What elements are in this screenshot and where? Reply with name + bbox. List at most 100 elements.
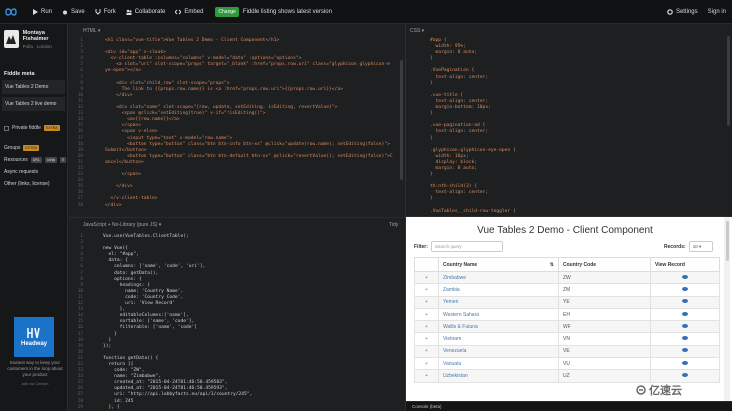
country-code-cell: VU (558, 357, 651, 371)
code-line[interactable]: </div> (105, 203, 393, 209)
private-label: Private fiddle (12, 125, 41, 131)
line-number: 29 (77, 404, 83, 410)
code-line[interactable]: <button type="button" class="btn btn-def… (105, 154, 393, 160)
eye-open-icon[interactable] (682, 286, 688, 291)
css-code-editor[interactable]: #app { width: 95%; margin: 0 auto;} .Vue… (430, 38, 516, 215)
settings-button[interactable]: Settings (667, 9, 698, 15)
country-code-header-label: Country Code (563, 261, 597, 268)
js-panel[interactable]: JavaScript + No-Library (pure JS) ▾ Tidy… (69, 217, 405, 411)
sort-icon[interactable]: ⇅ (550, 262, 554, 268)
code-line[interactable]: <button type="button" class="btn btn-inf… (105, 142, 393, 148)
records-label: Records: (664, 243, 686, 250)
code-line[interactable]: <a slot="uri" slot-scope="props" target=… (105, 62, 393, 68)
expand-row-toggle[interactable]: + (414, 270, 439, 285)
view-record-cell (650, 307, 720, 322)
ad-text[interactable]: Easiest way to keep your customers in th… (4, 360, 66, 378)
eye-open-icon[interactable] (682, 348, 688, 353)
private-fiddle-option[interactable]: Private fiddle EXTRA (0, 125, 67, 131)
eye-open-icon[interactable] (682, 311, 688, 316)
result-panel: Vue Tables 2 Demo - Client Component Fil… (406, 217, 732, 411)
code-line[interactable]: .VueTables__child-row-toggler { (430, 209, 516, 215)
collaborate-button[interactable]: Collaborate (126, 9, 165, 15)
country-name-cell[interactable]: Zimbabwe (438, 270, 559, 285)
eye-open-icon[interactable] (682, 336, 688, 341)
code-line[interactable]: uri: "http://api.lobbyfacts.eu/api/1/cou… (103, 392, 252, 398)
html-panel[interactable]: HTML ▾ 1 2 3 4 5 6 7 8 9 10 11 12 13 14 15 16 17 18 19 20 21… (69, 24, 405, 216)
run-button[interactable]: Run (32, 8, 52, 15)
country-name-cell[interactable]: Vanuatu (438, 357, 559, 371)
groups-extra-badge: EXTRA (23, 145, 40, 151)
html-code-editor[interactable]: <h1 class="vue-title">Vue Tables 2 Demo … (105, 38, 393, 209)
code-line[interactable]: .glyphicon.glyphicon-eye-open { (430, 148, 516, 154)
private-checkbox[interactable] (4, 125, 9, 131)
css-panel[interactable]: CSS ▾ #app { width: 95%; margin: 0 auto;… (406, 24, 732, 216)
console-label: Console (beta) (412, 404, 442, 409)
fiddle-title-field[interactable]: Vue Tables 2 Demo (2, 80, 65, 94)
other-links-link[interactable]: Other (links, license) (0, 181, 67, 187)
users-icon (126, 9, 132, 15)
headway-ad-logo[interactable]: Headway (14, 317, 54, 357)
js-panel-title[interactable]: JavaScript + No-Library (pure JS) ▾ (83, 222, 161, 228)
console-bar[interactable]: Console (beta) (406, 401, 732, 411)
js-code-editor[interactable]: Vue.use(VueTables.ClientTable); new Vue(… (103, 234, 252, 411)
css-scrollbar[interactable] (727, 36, 730, 126)
country-code-header[interactable]: Country Code (558, 257, 651, 272)
embed-button[interactable]: Embed (175, 9, 203, 15)
sign-in-link[interactable]: Sign in (708, 9, 726, 15)
eye-open-icon[interactable] (682, 323, 688, 328)
expand-row-toggle[interactable]: + (414, 357, 439, 371)
table-row: + Western Sahara EH (414, 307, 720, 322)
result-scrollbar-thumb[interactable] (726, 221, 729, 261)
country-name-cell[interactable]: Western Sahara (438, 307, 559, 322)
eye-open-icon[interactable] (682, 373, 688, 378)
table-row: + Uzbekistan UZ (414, 369, 720, 383)
country-name-cell[interactable]: Zambia (438, 283, 559, 297)
country-name-cell[interactable]: Vietnam (438, 332, 559, 346)
expand-row-toggle[interactable]: + (414, 369, 439, 383)
watermark: 亿速云 (636, 382, 682, 398)
groups-link[interactable]: Groups EXTRA (0, 145, 67, 151)
watermark-logo-icon (636, 385, 646, 395)
html-line-numbers: 1 2 3 4 5 6 7 8 9 10 11 12 13 14 15 16 17 18 19 20 21 22 23 24 2… (71, 38, 83, 209)
view-record-cell (650, 320, 720, 334)
table-row: + Wallis & Futuna WF (414, 320, 720, 334)
eye-open-icon[interactable] (682, 274, 688, 279)
eye-open-icon[interactable] (682, 360, 688, 365)
expand-row-toggle[interactable]: + (414, 283, 439, 297)
save-button[interactable]: Save (62, 9, 85, 15)
country-name-header[interactable]: Country Name ⇅ (438, 257, 559, 272)
expand-row-toggle[interactable]: + (414, 332, 439, 346)
html-scrollbar[interactable] (400, 60, 403, 180)
eye-open-icon[interactable] (682, 299, 688, 304)
filter-input[interactable]: Search query (430, 241, 503, 252)
country-name-cell[interactable]: Venezuela (438, 344, 559, 359)
css-panel-title[interactable]: CSS ▾ (410, 28, 424, 34)
html-panel-title[interactable]: HTML ▾ (83, 28, 100, 34)
fork-button[interactable]: Fork (95, 8, 116, 15)
expand-row-toggle[interactable]: + (414, 295, 439, 309)
user-location: Pofia · London (22, 44, 52, 49)
country-code-cell: UZ (558, 369, 651, 383)
ad-via[interactable]: ads via Carbon (4, 381, 66, 386)
country-name-cell[interactable]: Uzbekistan (438, 369, 559, 383)
toolbar-message: Fiddle listing shows latest version (242, 8, 332, 15)
code-line[interactable]: }, { (103, 405, 252, 411)
table-body: + Zimbabwe ZW + Zambia ZM + Yemen YE + Western Sah… (414, 270, 720, 383)
result-title: Vue Tables 2 Demo - Client Component (477, 225, 653, 236)
user-profile[interactable]: Montaya Fishaimer Pofia · London (0, 24, 67, 53)
fiddle-description-field[interactable]: Vue Tables 2 live demo (2, 97, 65, 111)
expand-row-toggle[interactable]: + (414, 307, 439, 322)
change-badge[interactable]: Change (215, 6, 239, 17)
jsfiddle-logo-icon[interactable] (0, 0, 22, 24)
async-requests-link[interactable]: Async requests (0, 169, 67, 175)
country-name-cell[interactable]: Wallis & Futuna (438, 320, 559, 334)
resources-link[interactable]: Resources URL cdnjs 0 (0, 157, 67, 163)
expand-row-toggle[interactable]: + (414, 320, 439, 334)
records-select[interactable]: 10 ▾ (688, 241, 713, 252)
table-row: + Zambia ZM (414, 283, 720, 297)
tidy-button[interactable]: Tidy (389, 222, 398, 228)
country-name-cell[interactable]: Yemen (438, 295, 559, 309)
headway-logo-icon (27, 327, 40, 338)
embed-icon (175, 9, 182, 14)
expand-row-toggle[interactable]: + (414, 344, 439, 359)
